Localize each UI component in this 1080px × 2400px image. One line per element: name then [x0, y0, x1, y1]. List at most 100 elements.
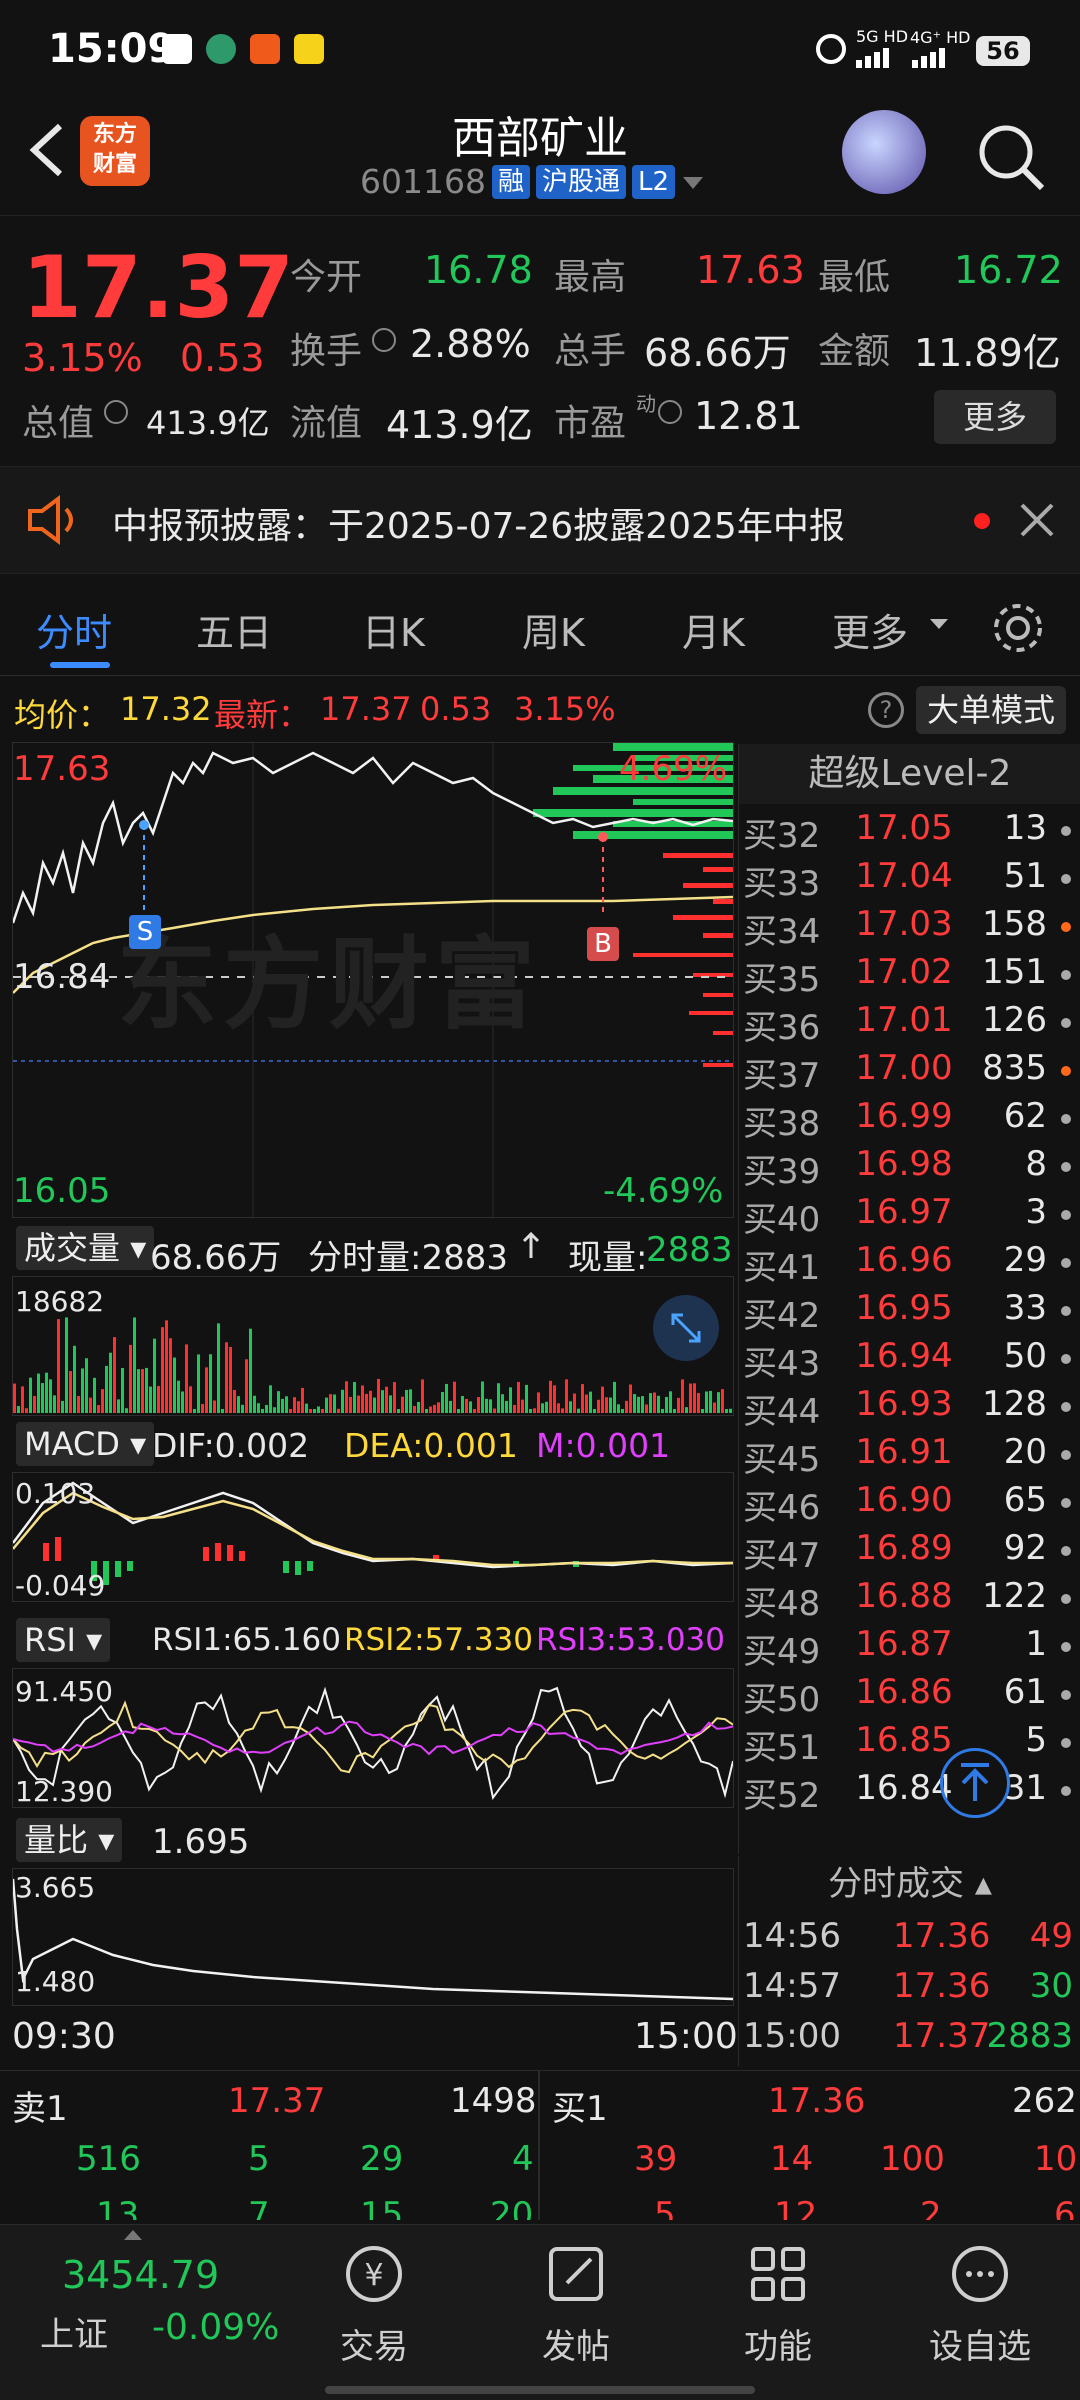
nav-trade[interactable]: ¥ 交易 [304, 2239, 444, 2368]
search-icon[interactable] [976, 122, 1046, 192]
nav-watchlist[interactable]: 设自选 [910, 2239, 1050, 2368]
level2-row-price: 17.00 [855, 1048, 953, 1088]
level2-row[interactable]: 买49 16.87 1 [739, 1624, 1080, 1672]
tick-time: 14:57 [743, 1966, 841, 2006]
tick-row: 15:00 17.37 2883 [743, 2016, 1079, 2066]
tab-daily-k[interactable]: 日K [362, 602, 425, 657]
level2-row-dot [1061, 1642, 1071, 1652]
level2-row[interactable]: 买45 16.91 20 [739, 1432, 1080, 1480]
level2-row-price: 16.90 [855, 1480, 953, 1520]
tab-weekly-k[interactable]: 周K [522, 602, 585, 657]
scroll-top-icon[interactable] [940, 1748, 1010, 1818]
ratio-indicator-select[interactable]: 量比 ▾ [16, 1818, 123, 1862]
level2-row-volume: 13 [1003, 808, 1047, 848]
level2-row[interactable]: 买36 17.01 126 [739, 1000, 1080, 1048]
tab-monthly-k[interactable]: 月K [682, 602, 745, 657]
rsi-indicator-select[interactable]: RSI ▾ [16, 1618, 111, 1662]
nav-functions[interactable]: 功能 [708, 2239, 848, 2368]
level2-row[interactable]: 买50 16.86 61 [739, 1672, 1080, 1720]
grid-icon [708, 2239, 848, 2313]
level2-row[interactable]: 买52 16.84 31 [739, 1768, 1080, 1816]
level2-row-volume: 151 [982, 952, 1047, 992]
time-axis: 09:30 15:00 [12, 2012, 738, 2062]
level2-row[interactable]: 买47 16.89 92 [739, 1528, 1080, 1576]
level2-row-price: 17.05 [855, 808, 953, 848]
tab-intraday[interactable]: 分时 [36, 602, 112, 657]
active-tab-indicator [50, 662, 110, 668]
up-arrow-icon [522, 1230, 540, 1264]
index-ticker[interactable]: 3454.79 上证 -0.09% [0, 2225, 300, 2385]
level2-row-label: 买42 [743, 1296, 821, 1336]
high-value: 17.63 [696, 248, 805, 292]
level2-row[interactable]: 买41 16.96 29 [739, 1240, 1080, 1288]
info-icon[interactable] [372, 328, 396, 352]
assistant-robot-icon[interactable] [842, 110, 926, 194]
level2-row[interactable]: 买38 16.99 62 [739, 1096, 1080, 1144]
buy-queue-8: 6 [1054, 2195, 1076, 2220]
level2-row-dot [1061, 1354, 1071, 1364]
speaker-icon [26, 495, 82, 549]
level2-row[interactable]: 买39 16.98 8 [739, 1144, 1080, 1192]
macd-indicator-select[interactable]: MACD ▾ [16, 1422, 155, 1466]
help-icon[interactable]: ? [868, 692, 904, 728]
intraday-chart[interactable]: 东方财富 17.63 4.69% 16.84 16.05 -4.69% S B [12, 742, 734, 1218]
level2-row[interactable]: 买33 17.04 51 [739, 856, 1080, 904]
stock-code: 601168 [360, 162, 486, 201]
level2-row[interactable]: 买44 16.93 128 [739, 1384, 1080, 1432]
level2-row-dot [1061, 1690, 1071, 1700]
tab-five-day[interactable]: 五日 [196, 602, 272, 657]
ratio-chart[interactable]: 3.665 1.480 [12, 1868, 734, 2006]
level2-row-price: 16.96 [855, 1240, 953, 1280]
level2-row-price: 17.01 [855, 1000, 953, 1040]
macd-indicator-label: MACD [24, 1425, 120, 1463]
tab-more[interactable]: 更多 [832, 602, 908, 657]
level2-row[interactable]: 买42 16.95 33 [739, 1288, 1080, 1336]
level2-row[interactable]: 买34 17.03 158 [739, 904, 1080, 952]
level2-row-dot [1061, 874, 1071, 884]
level2-title[interactable]: 超级Level-2 [739, 744, 1080, 804]
info-icon-pe[interactable] [658, 400, 682, 424]
level2-row[interactable]: 买43 16.94 50 [739, 1336, 1080, 1384]
chart-tabs: 分时 五日 日K 周K 月K 更多 [0, 576, 1080, 676]
level2-row[interactable]: 买32 17.05 13 [739, 808, 1080, 856]
rsi-lines [13, 1686, 733, 1800]
level2-row-volume: 65 [1003, 1480, 1047, 1520]
big-order-mode-button[interactable]: 大单模式 [916, 686, 1066, 734]
volume-indicator-select[interactable]: 成交量 ▾ [16, 1226, 155, 1270]
nav-post[interactable]: 发帖 [506, 2239, 646, 2368]
rsi-top-label: 91.450 [15, 1675, 113, 1708]
level2-row-dot [1061, 1210, 1071, 1220]
level2-row-dot [1061, 1546, 1071, 1556]
level2-row-label: 买35 [743, 960, 821, 1000]
close-icon[interactable] [1018, 501, 1056, 543]
open-value: 16.78 [424, 248, 533, 292]
buy-marker[interactable]: B [587, 927, 619, 961]
level2-row[interactable]: 买48 16.88 122 [739, 1576, 1080, 1624]
level2-row[interactable]: 买46 16.90 65 [739, 1480, 1080, 1528]
sell1-label: 卖1 [12, 2089, 68, 2129]
notice-bar[interactable]: 中报预披露：于2025-07-26披露2025年中报 [0, 466, 1080, 574]
high-price-label: 17.63 [13, 749, 111, 789]
level2-row[interactable]: 买40 16.97 3 [739, 1192, 1080, 1240]
info-icon-cap[interactable] [104, 400, 128, 424]
level2-row-volume: 158 [982, 904, 1047, 944]
last-label: 最新： [214, 696, 311, 734]
tick-volume: 49 [1029, 1916, 1073, 1956]
home-indicator [325, 2386, 755, 2394]
level2-row-price: 17.03 [855, 904, 953, 944]
stock-code-line[interactable]: 601168 融 沪股通 L2 [360, 162, 705, 201]
ticks-title-row[interactable]: 分时成交 ▴ [739, 1856, 1080, 1912]
macd-chart[interactable]: 0.103 -0.049 [12, 1472, 734, 1602]
volume-chart[interactable]: 18682 [12, 1276, 734, 1416]
gear-icon[interactable] [990, 600, 1046, 660]
level2-row[interactable]: 买37 17.00 835 [739, 1048, 1080, 1096]
level2-row[interactable]: 买51 16.85 5 [739, 1720, 1080, 1768]
sell-marker[interactable]: S [129, 915, 161, 949]
tick-time: 15:00 [743, 2016, 841, 2056]
level2-row[interactable]: 买35 17.02 151 [739, 952, 1080, 1000]
stock-header: 东方 财富 西部矿业 601168 融 沪股通 L2 [0, 100, 1080, 216]
ratio-line [13, 1878, 733, 2001]
more-fields-button[interactable]: 更多 [934, 390, 1056, 444]
expand-icon[interactable] [653, 1295, 719, 1361]
rsi-chart[interactable]: 91.450 12.390 [12, 1668, 734, 1808]
